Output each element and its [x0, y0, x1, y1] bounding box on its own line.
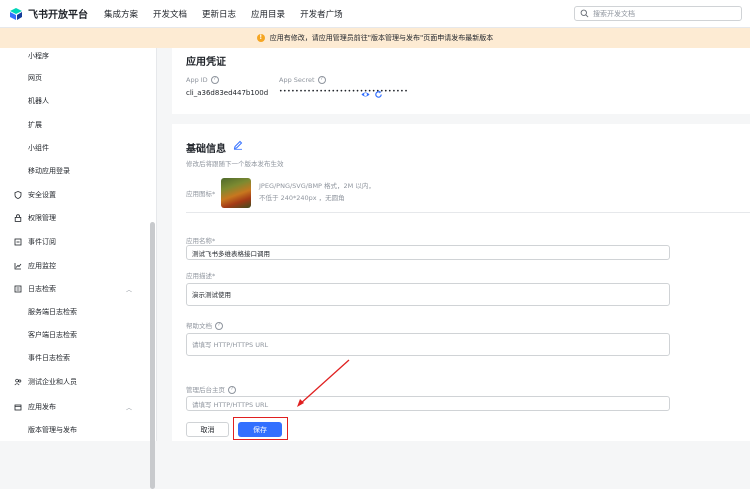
- credentials-title: 应用凭证: [186, 57, 226, 68]
- help-icon[interactable]: ?: [210, 76, 219, 84]
- nav-app-directory[interactable]: 应用目录: [251, 8, 285, 20]
- admin-home-placeholder: 请填写 HTTP/HTTPS URL: [192, 400, 269, 409]
- sidebar-item-label: 小程序: [28, 52, 49, 60]
- search-placeholder: 搜索开发文档: [593, 9, 635, 18]
- search-icon: [580, 9, 589, 18]
- notice-text: 应用有修改，请应用管理员前往"版本管理与发布"页面申请发布最新版本: [269, 34, 494, 42]
- app-desc-label: 应用描述*: [186, 272, 216, 280]
- nav-solutions[interactable]: 集成方案: [104, 8, 138, 20]
- divider: [186, 212, 750, 213]
- chevron-up-icon[interactable]: ︿: [126, 403, 132, 412]
- icon-hint-1: JPEG/PNG/SVG/BMP 格式，2M 以内，: [259, 182, 375, 190]
- sidebar-item-events[interactable]: 事件订阅: [0, 234, 150, 250]
- sidebar-item-test-users[interactable]: 测试企业和人员: [0, 374, 150, 390]
- logo[interactable]: 飞书开放平台: [9, 6, 88, 21]
- sidebar-item-label: 移动应用登录: [28, 167, 70, 175]
- warning-icon: !: [256, 34, 265, 42]
- search-input[interactable]: 搜索开发文档: [574, 6, 742, 21]
- sidebar-item-label: 应用发布: [28, 403, 56, 411]
- sidebar-item-extension[interactable]: 扩展: [0, 117, 150, 133]
- cancel-button[interactable]: 取消: [186, 422, 229, 437]
- top-nav-bar: 飞书开放平台 集成方案 开发文档 更新日志 应用目录 开发者广场 搜索开发文档: [0, 0, 750, 28]
- sidebar-item-label: 网页: [28, 74, 42, 82]
- main-nav: 集成方案 开发文档 更新日志 应用目录 开发者广场: [104, 8, 358, 20]
- sidebar-item-label: 服务端日志检索: [28, 308, 77, 316]
- lock-icon: [14, 214, 22, 222]
- app-icon-label: 应用图标*: [186, 190, 216, 198]
- nav-changelog[interactable]: 更新日志: [202, 8, 236, 20]
- sidebar-item-label: 扩展: [28, 121, 42, 129]
- publish-icon: [14, 404, 22, 411]
- eye-icon[interactable]: [361, 90, 370, 99]
- sidebar-scrollbar[interactable]: [150, 222, 155, 489]
- help-icon[interactable]: ?: [317, 76, 326, 84]
- save-highlight-box: [233, 417, 288, 440]
- app-icon-image[interactable]: [221, 178, 251, 208]
- app-desc-value: 演示测试使用: [192, 291, 231, 299]
- edit-icon[interactable]: [233, 140, 243, 150]
- basic-info-title: 基础信息: [186, 144, 226, 155]
- sidebar-item-client-log[interactable]: 客户端日志检索: [0, 327, 150, 343]
- sidebar-item-label: 事件日志检索: [28, 354, 70, 362]
- sidebar-item-monitoring[interactable]: 应用监控: [0, 258, 150, 274]
- basic-info-hint: 修改后将跟随下一个版本发布生效: [186, 160, 284, 168]
- event-icon: [14, 238, 22, 246]
- admin-home-input[interactable]: 请填写 HTTP/HTTPS URL: [186, 396, 670, 411]
- sidebar-item-label: 安全设置: [28, 191, 56, 199]
- help-doc-input[interactable]: 请填写 HTTP/HTTPS URL: [186, 333, 670, 356]
- help-icon[interactable]: ?: [228, 386, 236, 394]
- sidebar-item-version-release[interactable]: 版本管理与发布: [0, 422, 150, 438]
- sidebar-item-event-log[interactable]: 事件日志检索: [0, 350, 150, 366]
- help-icon[interactable]: ?: [215, 322, 223, 330]
- sidebar-item-security[interactable]: 安全设置: [0, 187, 150, 203]
- app-secret-label: App Secret?: [279, 76, 326, 84]
- sidebar-item-label: 日志检索: [28, 285, 56, 293]
- help-doc-label: 帮助文档?: [186, 320, 223, 330]
- app-id-label: App ID?: [186, 76, 219, 84]
- icon-hint-2: 不低于 240*240px ，无圆角: [259, 194, 345, 202]
- sidebar-item-bot[interactable]: 机器人: [0, 93, 150, 109]
- sidebar-item-label: 版本管理与发布: [28, 426, 77, 434]
- feishu-logo-icon: [10, 7, 22, 20]
- sidebar-item-mini-program[interactable]: 小程序: [0, 48, 150, 64]
- nav-docs[interactable]: 开发文档: [153, 8, 187, 20]
- shield-icon: [14, 191, 22, 199]
- refresh-icon[interactable]: [374, 90, 383, 99]
- app-id-value: cli_a36d83ed447b100d: [186, 89, 269, 97]
- sidebar: 小程序 网页 机器人 扩展 小组件 移动应用登录 安全设置 权限管理 事件订阅 …: [0, 48, 157, 489]
- sidebar-item-label: 事件订阅: [28, 238, 56, 246]
- app-secret-value: ••••••••••••••••••••••••••••••••: [279, 88, 409, 95]
- sidebar-item-mobile-login[interactable]: 移动应用登录: [0, 163, 150, 179]
- sidebar-item-app-release[interactable]: 应用发布 ︿: [0, 399, 150, 415]
- sidebar-item-server-log[interactable]: 服务端日志检索: [0, 304, 150, 320]
- sidebar-item-log-search[interactable]: 日志检索 ︿: [0, 281, 150, 297]
- sidebar-item-widget[interactable]: 小组件: [0, 140, 150, 156]
- sidebar-item-web[interactable]: 网页: [0, 70, 150, 86]
- app-desc-textarea[interactable]: 演示测试使用: [186, 283, 670, 306]
- users-icon: [14, 378, 22, 386]
- nav-developer-plaza[interactable]: 开发者广场: [300, 8, 343, 20]
- sidebar-item-label: 测试企业和人员: [28, 378, 77, 386]
- notice-banner: ! 应用有修改，请应用管理员前往"版本管理与发布"页面申请发布最新版本: [0, 28, 750, 48]
- sidebar-item-permissions[interactable]: 权限管理: [0, 210, 150, 226]
- app-name-input[interactable]: 测试飞书多维表格接口调用: [186, 245, 670, 260]
- admin-home-label: 管理后台主页?: [186, 384, 236, 394]
- app-name-label: 应用名称*: [186, 237, 216, 245]
- basic-info-card: 基础信息 修改后将跟随下一个版本发布生效 应用图标* JPEG/PNG/SVG/…: [172, 124, 750, 441]
- app-name-value: 测试飞书多维表格接口调用: [192, 249, 270, 258]
- log-icon: [14, 285, 22, 293]
- help-doc-placeholder: 请填写 HTTP/HTTPS URL: [192, 341, 269, 349]
- credentials-card: 应用凭证 App ID? cli_a36d83ed447b100d App Se…: [172, 48, 750, 114]
- sidebar-item-label: 小组件: [28, 144, 49, 152]
- chart-icon: [14, 263, 22, 270]
- sidebar-item-label: 应用监控: [28, 262, 56, 270]
- sidebar-item-label: 机器人: [28, 97, 49, 105]
- sidebar-item-label: 权限管理: [28, 214, 56, 222]
- logo-text: 飞书开放平台: [28, 10, 88, 21]
- chevron-up-icon[interactable]: ︿: [126, 285, 132, 294]
- sidebar-item-label: 客户端日志检索: [28, 331, 77, 339]
